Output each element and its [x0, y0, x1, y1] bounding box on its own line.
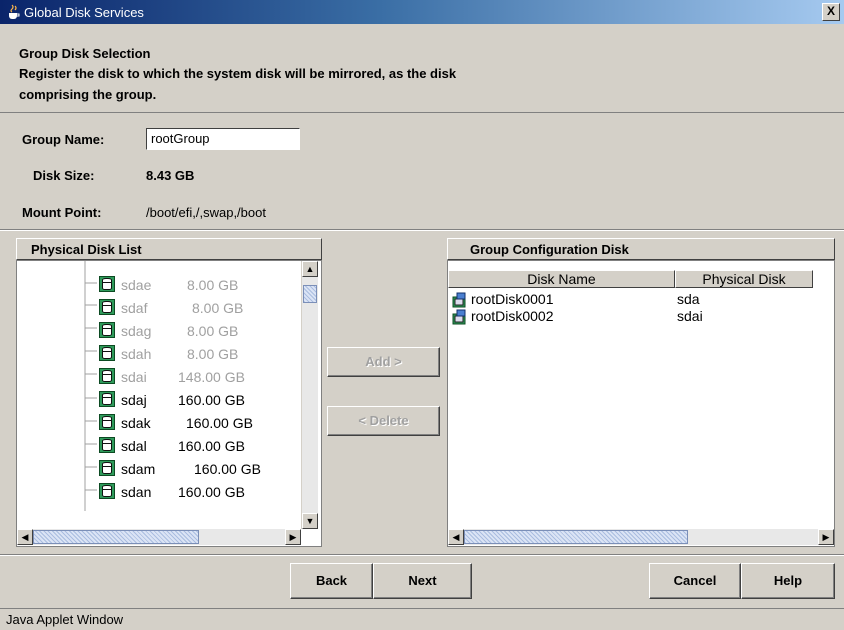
physical-disk-list-header: Physical Disk List — [16, 238, 322, 260]
disk-size: 160.00 GB — [178, 392, 245, 408]
disk-icon — [99, 276, 115, 292]
list-item[interactable]: sdai 148.00 GB — [17, 366, 301, 388]
group-disk-icon — [452, 309, 466, 325]
disk-name: sdai — [121, 369, 147, 385]
disk-icon — [99, 414, 115, 430]
delete-button[interactable]: < Delete — [327, 406, 440, 436]
cancel-button[interactable]: Cancel — [649, 563, 741, 599]
disk-size: 148.00 GB — [178, 369, 245, 385]
mount-point-label: Mount Point: — [22, 205, 102, 220]
disk-name-cell: rootDisk0001 — [471, 291, 554, 307]
scroll-left-icon[interactable]: ◀ — [17, 529, 33, 545]
disk-name: sdag — [121, 323, 152, 339]
add-button[interactable]: Add > — [327, 347, 440, 377]
list-item[interactable]: sdae 8.00 GB — [17, 274, 301, 296]
table-horizontal-scrollbar[interactable]: ◀ ▶ — [448, 529, 834, 545]
column-header-physical-disk[interactable]: Physical Disk — [675, 270, 813, 288]
list-item[interactable]: sdan 160.00 GB — [17, 481, 301, 503]
description-line-1: Register the disk to which the system di… — [19, 66, 457, 81]
disk-name: sdaj — [121, 392, 147, 408]
disk-name: sdam — [121, 461, 156, 477]
disk-name: sdah — [121, 346, 152, 362]
dialog-header: Group Disk Selection Register the disk t… — [0, 24, 844, 113]
disk-name: sdan — [121, 484, 152, 500]
close-button[interactable]: X — [822, 3, 840, 21]
disk-size: 8.00 GB — [187, 323, 239, 339]
list-item[interactable]: sdaj 160.00 GB — [17, 389, 301, 411]
disk-icon — [99, 437, 115, 453]
disk-size: 160.00 GB — [194, 461, 261, 477]
physical-disk-cell: sda — [677, 291, 700, 307]
disk-icon — [99, 460, 115, 476]
disk-icon — [99, 322, 115, 338]
group-config-header: Group Configuration Disk — [447, 238, 835, 260]
disk-icon — [99, 391, 115, 407]
scroll-up-icon[interactable]: ▲ — [302, 261, 318, 277]
scroll-right-icon[interactable]: ▶ — [285, 529, 301, 545]
list-vscroll-thumb[interactable] — [303, 285, 317, 303]
disk-icon — [99, 368, 115, 384]
disk-icon — [99, 299, 115, 315]
disk-size: 160.00 GB — [186, 415, 253, 431]
list-item[interactable]: sdaf 8.00 GB — [17, 297, 301, 319]
list-item[interactable]: sdak 160.00 GB — [17, 412, 301, 434]
group-disk-icon — [452, 292, 466, 308]
divider — [0, 554, 844, 556]
title-bar: Global Disk Services X — [0, 0, 844, 24]
disk-size-label: Disk Size: — [33, 168, 95, 183]
help-button[interactable]: Help — [741, 563, 835, 599]
list-item[interactable]: sdah 8.00 GB — [17, 343, 301, 365]
list-item[interactable]: sdal 160.00 GB — [17, 435, 301, 457]
disk-icon — [99, 345, 115, 361]
disk-name: sdak — [121, 415, 151, 431]
description-line-2: comprising the group. — [19, 87, 157, 102]
list-item[interactable]: sdam 160.00 GB — [17, 458, 301, 480]
list-item[interactable]: sdag 8.00 GB — [17, 320, 301, 342]
list-hscroll-thumb[interactable] — [33, 530, 199, 544]
status-text: Java Applet Window — [6, 612, 124, 627]
disk-size-value: 8.43 GB — [146, 168, 195, 183]
disk-size: 8.00 GB — [192, 300, 244, 316]
table-hscroll-thumb[interactable] — [464, 530, 688, 544]
window-title: Global Disk Services — [24, 5, 144, 20]
next-button[interactable]: Next — [373, 563, 472, 599]
table-row[interactable]: rootDisk0002 sdai — [448, 308, 813, 325]
disk-name: sdae — [121, 277, 152, 293]
page-title: Group Disk Selection — [19, 46, 151, 61]
physical-disk-list[interactable]: sdae 8.00 GB sdaf 8.00 GB sdag 8.00 GB sdah 8.0… — [16, 260, 322, 547]
group-name-input[interactable]: rootGroup — [146, 128, 300, 150]
list-vertical-scrollbar[interactable]: ▲ ▼ — [301, 261, 318, 529]
scroll-left-icon[interactable]: ◀ — [448, 529, 464, 545]
column-header-disk-name[interactable]: Disk Name — [448, 270, 675, 288]
mount-point-value: /boot/efi,/,swap,/boot — [146, 205, 266, 220]
disk-name: sdal — [121, 438, 147, 454]
group-name-label: Group Name: — [22, 132, 105, 147]
disk-size: 160.00 GB — [178, 484, 245, 500]
disk-icon — [99, 483, 115, 499]
table-row[interactable]: rootDisk0001 sda — [448, 291, 813, 308]
group-config-table[interactable]: Disk Name Physical Disk rootDisk0001 sda r… — [447, 260, 835, 547]
disk-size: 8.00 GB — [187, 346, 239, 362]
status-bar: Java Applet Window — [0, 608, 844, 630]
disk-size: 8.00 GB — [187, 277, 239, 293]
divider — [0, 229, 844, 231]
java-cup-icon — [9, 4, 20, 19]
disk-name: sdaf — [121, 300, 148, 316]
disk-name-cell: rootDisk0002 — [471, 308, 554, 324]
back-button[interactable]: Back — [290, 563, 373, 599]
scroll-right-icon[interactable]: ▶ — [818, 529, 834, 545]
list-horizontal-scrollbar[interactable]: ◀ ▶ — [17, 529, 301, 545]
physical-disk-cell: sdai — [677, 308, 703, 324]
scroll-down-icon[interactable]: ▼ — [302, 513, 318, 529]
disk-size: 160.00 GB — [178, 438, 245, 454]
